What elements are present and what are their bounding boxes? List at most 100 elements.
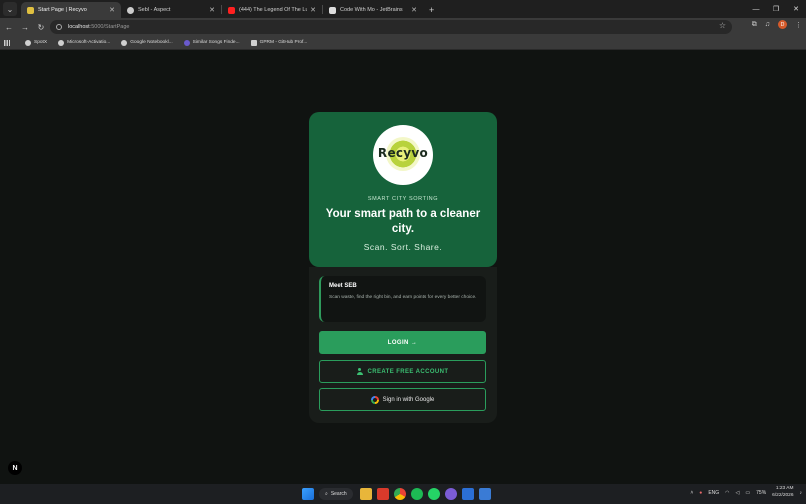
spotify-icon[interactable] xyxy=(410,488,423,500)
chrome-icon[interactable] xyxy=(393,488,406,500)
new-tab-button[interactable]: + xyxy=(429,5,434,15)
bookmark-label: SpotX xyxy=(34,40,48,45)
search-icon: ⌕ xyxy=(325,491,328,497)
tagline: Scan. Sort. Share. xyxy=(363,242,443,252)
github-icon xyxy=(25,39,31,46)
battery-icon[interactable]: ▭ xyxy=(745,490,750,496)
apps-grid-icon xyxy=(4,39,10,46)
recyvo-logo: Recyvo xyxy=(373,125,433,185)
whatsapp-icon[interactable] xyxy=(427,488,440,500)
login-button[interactable]: LOGIN → xyxy=(319,331,486,354)
tab-youtube[interactable]: (444) The Legend Of The Lucky ✕ xyxy=(222,2,322,18)
reload-icon: ↻ xyxy=(37,22,45,32)
chevron-up-icon[interactable]: ˄ xyxy=(690,490,693,496)
tab-label: Sebl - Aspect xyxy=(138,7,171,13)
taskbar: ⌕ Search ˄ ● ENG ◠ ◁ ▭ 75% 1:23 AM 6/22/2… xyxy=(0,484,806,504)
clock[interactable]: 1:23 AM 6/22/2026 xyxy=(772,486,793,499)
bookmark-google-notebooklm[interactable]: Google Notebookl... xyxy=(121,39,173,46)
jetbrains-favicon-icon xyxy=(329,6,336,14)
minimize-button[interactable]: — xyxy=(746,0,766,18)
window-controls: — ❐ ✕ xyxy=(746,0,806,18)
auth-panel: Meet SEB Scan waste, find the right bin,… xyxy=(309,267,497,423)
restore-button[interactable]: ❐ xyxy=(766,0,786,18)
page-viewport: Recyvo SMART CITY SORTING Your smart pat… xyxy=(0,50,806,484)
speaker-icon[interactable]: ◁ xyxy=(736,490,740,496)
menu-kebab-icon[interactable]: ⋮ xyxy=(795,21,802,29)
create-account-label: CREATE FREE ACCOUNT xyxy=(367,368,449,375)
language-indicator[interactable]: ENG xyxy=(708,490,719,496)
bookmark-similar-songs[interactable]: Similar Songs Finde... xyxy=(183,39,240,46)
address-bar[interactable]: localhost:5000/StartPage ☆ xyxy=(50,20,732,34)
back-button[interactable]: ← xyxy=(2,20,16,34)
bookmark-spotx[interactable]: SpotX xyxy=(25,39,48,46)
url-path: :5000/StartPage xyxy=(89,24,130,30)
clock-date: 6/22/2026 xyxy=(772,492,794,498)
forward-button[interactable]: → xyxy=(18,20,32,34)
google-icon xyxy=(370,395,379,404)
youtube-favicon-icon xyxy=(228,6,235,14)
notebooklm-icon xyxy=(121,39,128,46)
file-explorer-icon[interactable] xyxy=(359,488,372,500)
clock-time: 1:23 AM xyxy=(775,486,794,491)
user-icon xyxy=(356,368,363,375)
tab-label: Code With Mo - JetBrains xyxy=(340,7,403,13)
tab-label: (444) The Legend Of The Lucky xyxy=(239,7,308,13)
music-icon xyxy=(183,39,190,46)
close-tab-icon[interactable]: ✕ xyxy=(109,6,115,14)
tab-search-button[interactable]: ⌄ xyxy=(3,2,17,16)
close-tab-icon[interactable]: ✕ xyxy=(411,6,417,14)
code-editor-icon[interactable] xyxy=(461,488,474,500)
microphone-icon[interactable]: ● xyxy=(699,490,702,496)
page-headline: Your smart path to a cleaner city. xyxy=(325,208,481,235)
tab-aspect[interactable]: Sebl - Aspect ✕ xyxy=(121,2,221,18)
wifi-icon[interactable]: ◠ xyxy=(725,490,729,496)
messenger-icon[interactable] xyxy=(444,488,457,500)
browser-toolbar: ← → ↻ localhost:5000/StartPage ☆ ⧉ ♫ D ⋮ xyxy=(0,18,806,36)
bookmark-microsoft-activation[interactable]: Microsoft-Activatio... xyxy=(58,39,110,46)
extensions-icon[interactable]: ⧉ xyxy=(752,21,757,29)
gear-favicon-icon xyxy=(127,6,134,14)
nextjs-dev-badge[interactable]: N xyxy=(8,461,22,475)
create-account-button[interactable]: CREATE FREE ACCOUNT xyxy=(319,360,486,383)
profile-avatar[interactable]: D xyxy=(778,20,787,29)
close-tab-icon[interactable]: ✕ xyxy=(209,6,215,14)
bookmark-gprm[interactable]: GPRM - GitHub Prof... xyxy=(250,39,308,46)
media-controls-icon[interactable]: ♫ xyxy=(765,21,770,28)
github-icon xyxy=(58,39,65,46)
plus-icon: + xyxy=(429,5,435,15)
google-signin-label: Sign in with Google xyxy=(382,396,435,403)
apps-button[interactable] xyxy=(4,39,14,46)
tab-start-page[interactable]: Start Page | Recyvo ✕ xyxy=(21,2,121,18)
reload-button[interactable]: ↻ xyxy=(34,20,48,34)
bookmark-label: Similar Songs Finde... xyxy=(192,40,240,45)
bookmark-star-icon[interactable]: ☆ xyxy=(719,21,726,30)
close-window-button[interactable]: ✕ xyxy=(786,0,806,18)
gprm-icon xyxy=(250,39,257,46)
search-label: Search xyxy=(330,491,347,497)
bookmarks-bar: SpotX Microsoft-Activatio... Google Note… xyxy=(0,36,806,50)
taskbar-search[interactable]: ⌕ Search xyxy=(319,488,353,500)
arrow-right-icon: → xyxy=(21,22,29,32)
windows-start-icon[interactable] xyxy=(302,488,314,500)
red-app-icon[interactable] xyxy=(376,488,389,500)
toolbar-actions: ⧉ ♫ D ⋮ xyxy=(752,20,802,29)
url-host: localhost xyxy=(68,24,90,30)
tab-jetbrains[interactable]: Code With Mo - JetBrains ✕ xyxy=(323,2,423,18)
remote-desktop-icon[interactable] xyxy=(478,488,491,500)
brand-wordmark: Recyvo xyxy=(377,146,429,160)
arrow-left-icon: ← xyxy=(5,22,13,32)
bookmark-label: Google Notebookl... xyxy=(130,40,173,45)
hero-card: Recyvo SMART CITY SORTING Your smart pat… xyxy=(309,112,497,267)
meet-title: Meet SEB xyxy=(329,283,357,289)
tab-label: Start Page | Recyvo xyxy=(38,7,87,13)
meet-seb-card: Meet SEB Scan waste, find the right bin,… xyxy=(319,276,486,322)
notification-bell-icon[interactable]: ♪ xyxy=(800,490,803,496)
site-info-icon[interactable] xyxy=(56,24,62,30)
recyvo-favicon-icon xyxy=(27,6,34,14)
close-tab-icon[interactable]: ✕ xyxy=(310,6,316,14)
taskbar-apps: ⌕ Search xyxy=(302,488,491,500)
battery-level: 75% xyxy=(756,489,767,496)
google-signin-button[interactable]: Sign in with Google xyxy=(319,388,486,411)
bookmark-label: GPRM - GitHub Prof... xyxy=(259,40,308,45)
system-tray: ˄ ● ENG ◠ ◁ ▭ 75% 1:23 AM 6/22/2026 ♪ xyxy=(690,486,802,499)
